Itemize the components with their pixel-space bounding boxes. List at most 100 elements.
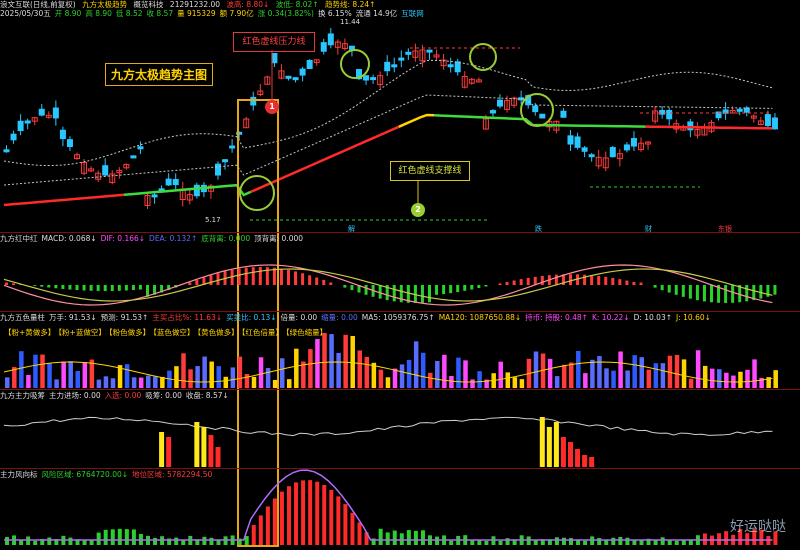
wind-bar	[216, 540, 221, 545]
candle-body	[306, 59, 313, 69]
quote-value: 额 7.90亿	[219, 9, 254, 18]
quote-value: 高 8.90	[85, 9, 112, 18]
volume-bar	[688, 378, 694, 388]
volume-bar	[110, 378, 116, 388]
wind-value: 风险区域: 6764720.00↓	[41, 470, 129, 479]
volume-bar	[160, 376, 165, 388]
candle-body	[363, 75, 370, 81]
wind-bar	[625, 537, 630, 545]
candle-body	[454, 61, 461, 73]
macd-bar	[117, 285, 121, 291]
candle-body	[497, 99, 503, 107]
wind-bar	[498, 540, 503, 545]
wind-bar	[717, 533, 722, 545]
macd-bar	[343, 285, 347, 288]
wind-bar	[484, 540, 489, 545]
open-value: 21291232.00	[169, 0, 221, 9]
macd-bar	[590, 275, 594, 285]
volume-name[interactable]: 九方五色量柱	[0, 313, 45, 322]
capital-name[interactable]: 九方主力吸筹	[0, 391, 45, 400]
volume-header: 九方五色量柱 万手: 91.53↓ 预测: 91.53↑ 主买占比%: 11.63↓ 买…	[0, 313, 800, 323]
macd-bar	[364, 285, 368, 295]
quote-value: 2025/05/30五	[0, 9, 51, 18]
wind-bar	[272, 498, 277, 545]
capital-bar	[208, 435, 214, 467]
macd-bar	[702, 285, 706, 302]
quote-value: 量 915329	[177, 9, 216, 18]
macd-bar	[96, 285, 100, 291]
capital-header: 九方主力吸筹 主力进场: 0.00 入选: 0.00 吸筹: 0.00 收盘: 8.57…	[0, 391, 800, 401]
volume-bar	[477, 371, 482, 388]
volume-bar	[131, 377, 137, 388]
macd-bar	[583, 274, 587, 285]
volume-value: 缩量: 0.00	[321, 313, 358, 322]
volume-bar	[287, 379, 292, 388]
volume-bar	[230, 367, 236, 388]
macd-bar	[279, 268, 283, 285]
wind-bar	[385, 532, 390, 545]
capital-bar	[539, 417, 545, 467]
candle-body	[229, 145, 236, 149]
indicator-name[interactable]: 九方太极趋势	[82, 0, 127, 9]
quote-line: 2025/05/30五开 8.90 高 8.90 低 8.52 收 8.57 量 915…	[0, 9, 800, 19]
macd-bar	[124, 285, 128, 291]
wind-bar	[68, 537, 73, 545]
capital-bar	[166, 437, 172, 467]
wind-bar	[569, 538, 573, 545]
legend-value: 【蓝色做空】	[153, 328, 195, 337]
volume-bar	[710, 368, 715, 388]
candle-body	[327, 33, 334, 46]
macd-bar	[498, 283, 502, 285]
sector-label: 概览科技	[133, 0, 164, 9]
volume-bar	[519, 379, 525, 388]
candle-body	[574, 136, 581, 148]
volume-bar	[435, 360, 440, 388]
volume-bar	[237, 356, 243, 388]
candle-body	[59, 129, 66, 140]
volume-bar	[533, 351, 539, 388]
macd-bar	[597, 275, 601, 285]
macd-bar	[82, 285, 86, 291]
volume-bar	[75, 371, 80, 388]
candle-body	[398, 57, 405, 61]
volume-value: MA120: 1087650.88↓	[438, 313, 522, 322]
quote-value: 流通 14.9亿	[355, 9, 398, 18]
candle-body	[271, 52, 278, 64]
trend-line-green	[123, 183, 252, 197]
volume-bar	[702, 365, 708, 388]
macd-bar	[329, 282, 333, 285]
macd-bar	[287, 269, 290, 285]
macd-name[interactable]: 九方红中红	[0, 234, 38, 243]
wind-bar	[329, 489, 334, 545]
macd-bar	[745, 285, 749, 302]
macd-bar	[301, 273, 305, 285]
candle-body	[137, 146, 144, 150]
volume-value: 万手: 91.53↓	[49, 313, 97, 322]
volume-bar	[773, 370, 778, 388]
wind-bar	[174, 537, 179, 545]
macd-bar	[724, 285, 728, 303]
candle-body	[102, 165, 109, 176]
macd-bar	[103, 285, 107, 291]
macd-bar	[505, 281, 509, 285]
volume-bar	[653, 363, 659, 388]
macd-bar	[773, 285, 777, 295]
volume-bar	[343, 334, 348, 388]
macd-bar	[477, 285, 481, 289]
macd-bar	[188, 282, 192, 285]
volume-bar	[463, 360, 468, 388]
quote-value: 涨 0.34(3.82%)	[257, 9, 314, 18]
volume-value: 持币: 持股: 0.48↑	[525, 313, 588, 322]
macd-bar	[272, 267, 276, 285]
wind-name[interactable]: 主力风向标	[0, 470, 38, 479]
macd-bar	[660, 285, 664, 291]
macd-bar	[470, 285, 474, 290]
capital-bar	[215, 447, 221, 467]
volume-bar	[258, 357, 264, 388]
candle-body	[348, 45, 355, 50]
volume-bar	[350, 335, 355, 388]
volume-bar	[413, 341, 419, 388]
macd-bar	[625, 280, 629, 285]
capital-value: 入选: 0.00	[104, 391, 142, 400]
highlight-circle	[340, 49, 370, 79]
